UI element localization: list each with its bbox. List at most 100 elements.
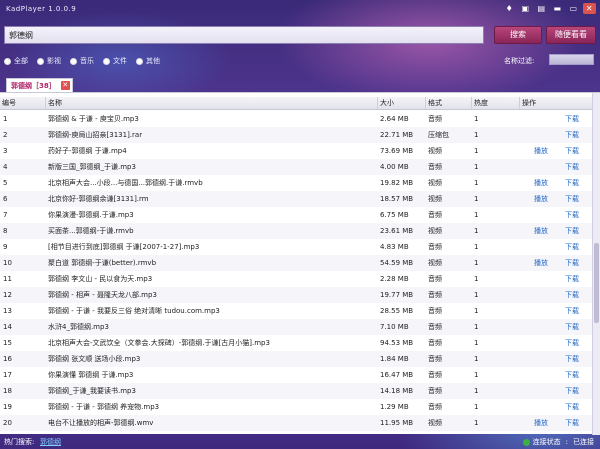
download-link[interactable]: 下载 — [565, 127, 583, 143]
name-filter-input[interactable] — [549, 54, 594, 65]
filter-all[interactable]: 全部 — [4, 56, 28, 66]
download-link[interactable]: 下载 — [565, 207, 583, 223]
download-link[interactable]: 下载 — [565, 175, 583, 191]
download-link[interactable]: 下载 — [565, 239, 583, 255]
table-row[interactable]: 11 郭德纲 李文山 - 民以食为天.mp3 2.28 MB 音频 1 下载 — [0, 271, 592, 287]
cell-name: 买面茶...郭德纲-于谦.rmvb — [48, 227, 134, 235]
table-row[interactable]: 6 北京你好-郭德纲余谦[3131].rm 18.57 MB 视频 1 播放 下载 — [0, 191, 592, 207]
cell-size: 14.18 MB — [380, 387, 414, 395]
table-row[interactable]: 13 郭德纲 - 于谦 - 我要反三俗 绝对清晰 tudou.com.mp3 28.… — [0, 303, 592, 319]
play-link[interactable]: 播放 — [534, 223, 552, 239]
table-row[interactable]: 12 郭德纲 - 相声 - 聂隆天龙八部.mp3 19.77 MB 音频 1 下载 — [0, 287, 592, 303]
cell-size: 1.84 MB — [380, 355, 409, 363]
cell-no: 9 — [3, 243, 8, 251]
download-link[interactable]: 下载 — [565, 111, 583, 127]
cell-heat: 1 — [474, 339, 479, 347]
scrollbar[interactable] — [592, 93, 600, 435]
filter-video[interactable]: 影视 — [37, 56, 61, 66]
download-link[interactable]: 下载 — [565, 415, 583, 431]
header-no[interactable]: 编号 — [0, 97, 46, 110]
radio-icon — [70, 57, 77, 65]
table-row[interactable]: 5 北京相声大会...小段...与德国...郭德纲.于谦.rmvb 19.82 MB… — [0, 175, 592, 191]
play-link[interactable]: 播放 — [534, 143, 552, 159]
cell-no: 19 — [3, 403, 12, 411]
download-link[interactable]: 下载 — [565, 191, 583, 207]
tool-icon[interactable]: ▤ — [535, 3, 548, 14]
play-link[interactable]: 播放 — [534, 175, 552, 191]
download-link[interactable]: 下载 — [565, 303, 583, 319]
filter-label: 音乐 — [80, 57, 94, 65]
cell-heat: 1 — [474, 195, 479, 203]
download-link[interactable]: 下载 — [565, 287, 583, 303]
download-link[interactable]: 下载 — [565, 367, 583, 383]
filter-music[interactable]: 音乐 — [70, 56, 94, 66]
cell-format: 音频 — [428, 211, 442, 219]
download-link[interactable]: 下载 — [565, 271, 583, 287]
cell-size: 54.59 MB — [380, 259, 414, 267]
filter-other[interactable]: 其他 — [136, 56, 160, 66]
cell-name: 水浒4_郭德纲.mp3 — [48, 323, 109, 331]
cell-format: 视频 — [428, 259, 442, 267]
cell-size: 19.77 MB — [380, 291, 414, 299]
cell-name: 郭德纲 & 于谦 - 庾宝贝.mp3 — [48, 115, 139, 123]
play-link[interactable]: 播放 — [534, 415, 552, 431]
table-row[interactable]: 14 水浒4_郭德纲.mp3 7.10 MB 音频 1 下载 — [0, 319, 592, 335]
cell-size: 18.57 MB — [380, 195, 414, 203]
table-header: 编号 名称 大小 格式 热度 操作 — [0, 97, 592, 110]
cell-no: 8 — [3, 227, 8, 235]
table-row[interactable]: 7 你果演漫-郭德纲.于谦.mp3 6.75 MB 音频 1 下载 — [0, 207, 592, 223]
cell-format: 视频 — [428, 227, 442, 235]
close-tab-icon[interactable]: ✕ — [60, 81, 70, 90]
cell-heat: 1 — [474, 243, 479, 251]
search-input[interactable] — [4, 26, 484, 44]
download-link[interactable]: 下载 — [565, 351, 583, 367]
download-link[interactable]: 下载 — [565, 255, 583, 271]
download-link[interactable]: 下载 — [565, 383, 583, 399]
grid-icon[interactable]: ▣ — [519, 3, 532, 14]
table-row[interactable]: 3 药好子-郭德纲 于谦.mp4 73.69 MB 视频 1 播放 下载 — [0, 143, 592, 159]
table-row[interactable]: 16 郭德纲 张文顺 送场小段.mp3 1.84 MB 音频 1 下载 — [0, 351, 592, 367]
table-row[interactable]: 9 [相节目进行到底]郭德纲 于谦[2007-1-27].mp3 4.83 MB 音频… — [0, 239, 592, 255]
table-row[interactable]: 8 买面茶...郭德纲-于谦.rmvb 23.61 MB 视频 1 播放 下载 — [0, 223, 592, 239]
cell-no: 16 — [3, 355, 12, 363]
cell-size: 16.47 MB — [380, 371, 414, 379]
search-button[interactable]: 搜索 — [494, 26, 542, 44]
table-row[interactable]: 18 郭德纲_于谦_我要读书.mp3 14.18 MB 音频 1 下载 — [0, 383, 592, 399]
header-heat[interactable]: 热度 — [472, 97, 520, 110]
table-row[interactable]: 19 郭德纲 - 于谦 - 郭德纲 养宠物.mp3 1.29 MB 音频 1 下载 — [0, 399, 592, 415]
cell-size: 4.83 MB — [380, 243, 409, 251]
cell-no: 7 — [3, 211, 8, 219]
cell-name: 郭德纲-庾局山招亲[3131].rar — [48, 131, 143, 139]
header-name[interactable]: 名称 — [46, 97, 378, 110]
cell-no: 2 — [3, 131, 8, 139]
tab-results[interactable]: 郭德纲［38］ ✕ — [6, 78, 73, 92]
header-format[interactable]: 格式 — [426, 97, 472, 110]
play-link[interactable]: 播放 — [534, 191, 552, 207]
status-dot-icon — [522, 438, 530, 446]
table-row[interactable]: 4 新版三国_郭德纲_于谦.mp3 4.00 MB 音频 1 下载 — [0, 159, 592, 175]
table-row[interactable]: 17 你果演懂 郭德纲 于谦.mp3 16.47 MB 音频 1 下载 — [0, 367, 592, 383]
download-link[interactable]: 下载 — [565, 223, 583, 239]
table-row[interactable]: 2 郭德纲-庾局山招亲[3131].rar 22.71 MB 压缩包 1 下载 — [0, 127, 592, 143]
hot-search-link[interactable]: 郭德纲 — [40, 437, 61, 447]
table-row[interactable]: 10 聚白道 郭德纲-于谦(better).rmvb 54.59 MB 视频 1 播放 下载 — [0, 255, 592, 271]
restore-icon[interactable]: ▭ — [567, 3, 580, 14]
random-browse-button[interactable]: 随便看看 — [546, 26, 596, 44]
table-row[interactable]: 15 北京相声大会-文武饮全（文拳会.大探碑）-郭德纲.于谦[古月小猫].mp3 9… — [0, 335, 592, 351]
play-link[interactable]: 播放 — [534, 255, 552, 271]
filter-file[interactable]: 文件 — [103, 56, 127, 66]
download-link[interactable]: 下载 — [565, 335, 583, 351]
close-icon[interactable]: ✕ — [583, 3, 596, 14]
scrollbar-thumb[interactable] — [594, 243, 599, 323]
download-link[interactable]: 下载 — [565, 399, 583, 415]
minimize-icon[interactable]: ▬ — [551, 3, 564, 14]
cell-heat: 1 — [474, 147, 479, 155]
table-row[interactable]: 1 郭德纲 & 于谦 - 庾宝贝.mp3 2.64 MB 音频 1 下载 — [0, 111, 592, 127]
download-link[interactable]: 下载 — [565, 319, 583, 335]
header-size[interactable]: 大小 — [378, 97, 426, 110]
shirt-icon[interactable]: ♦ — [503, 3, 516, 14]
download-link[interactable]: 下载 — [565, 143, 583, 159]
download-link[interactable]: 下载 — [565, 159, 583, 175]
title-bar: KadPlayer 1.0.0.9 ♦ ▣ ▤ ▬ ▭ ✕ — [0, 0, 600, 18]
table-row[interactable]: 20 电台不让播放的相声-郭德纲.wmv 11.95 MB 视频 1 播放 下载 — [0, 415, 592, 431]
